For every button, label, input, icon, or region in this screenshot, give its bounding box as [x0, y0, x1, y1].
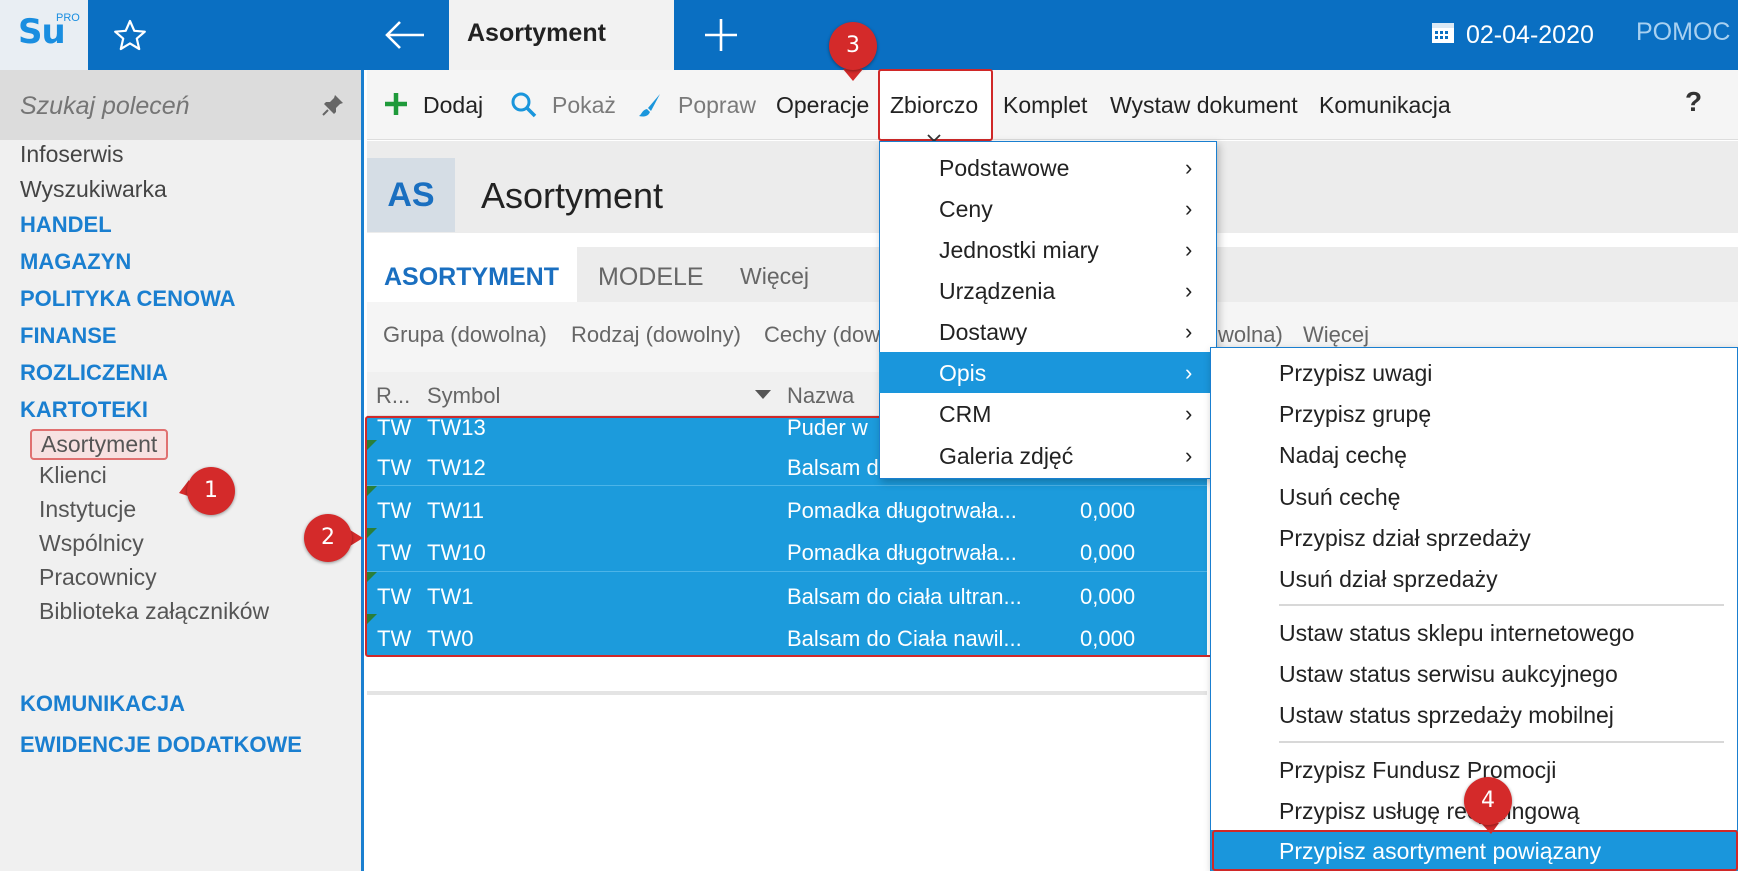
- callout-4: 4: [1464, 777, 1512, 825]
- callout-1: 1: [187, 467, 235, 515]
- callout-3: 3: [829, 22, 877, 70]
- callout-tails: [179, 69, 1499, 834]
- callout-2: 2: [304, 514, 352, 562]
